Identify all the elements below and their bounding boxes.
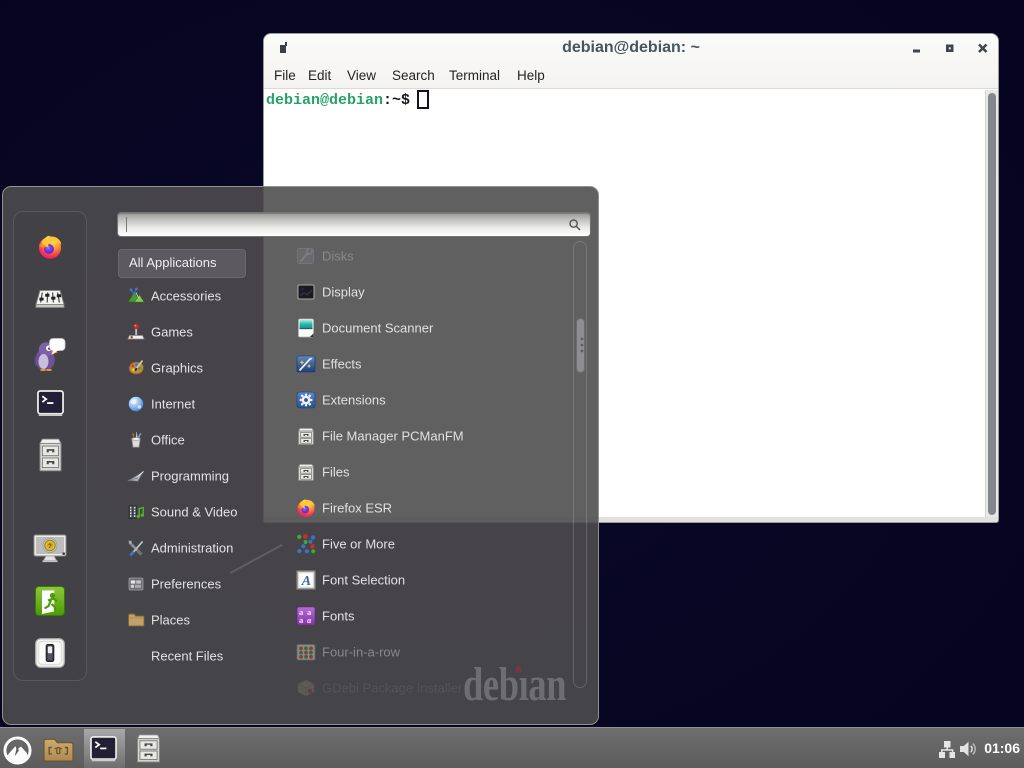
svg-text:?: ? bbox=[48, 544, 52, 550]
svg-text:A: A bbox=[301, 574, 311, 589]
